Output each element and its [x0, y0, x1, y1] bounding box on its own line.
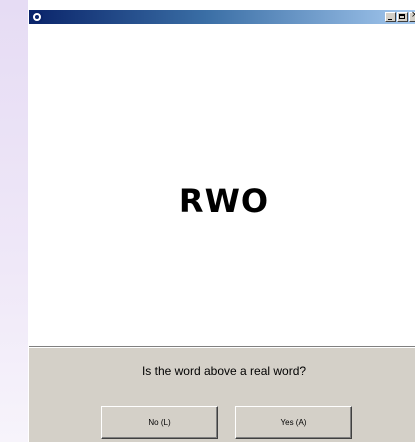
close-icon[interactable]: [409, 10, 415, 22]
maximize-icon[interactable]: [397, 12, 408, 22]
experiment-window: RWO Is the word above a real word? No (L…: [28, 10, 415, 442]
minimize-icon[interactable]: [385, 12, 396, 22]
title-bar[interactable]: [29, 10, 415, 24]
stimulus-word: RWO: [178, 182, 270, 220]
stimulus-area: RWO: [29, 24, 415, 347]
desktop-background: [0, 0, 28, 442]
no-button[interactable]: No (L): [101, 406, 218, 439]
app-icon[interactable]: [31, 11, 43, 23]
response-panel: Is the word above a real word? No (L) Ye…: [29, 347, 415, 442]
yes-button[interactable]: Yes (A): [235, 406, 352, 439]
question-text: Is the word above a real word?: [141, 364, 307, 378]
